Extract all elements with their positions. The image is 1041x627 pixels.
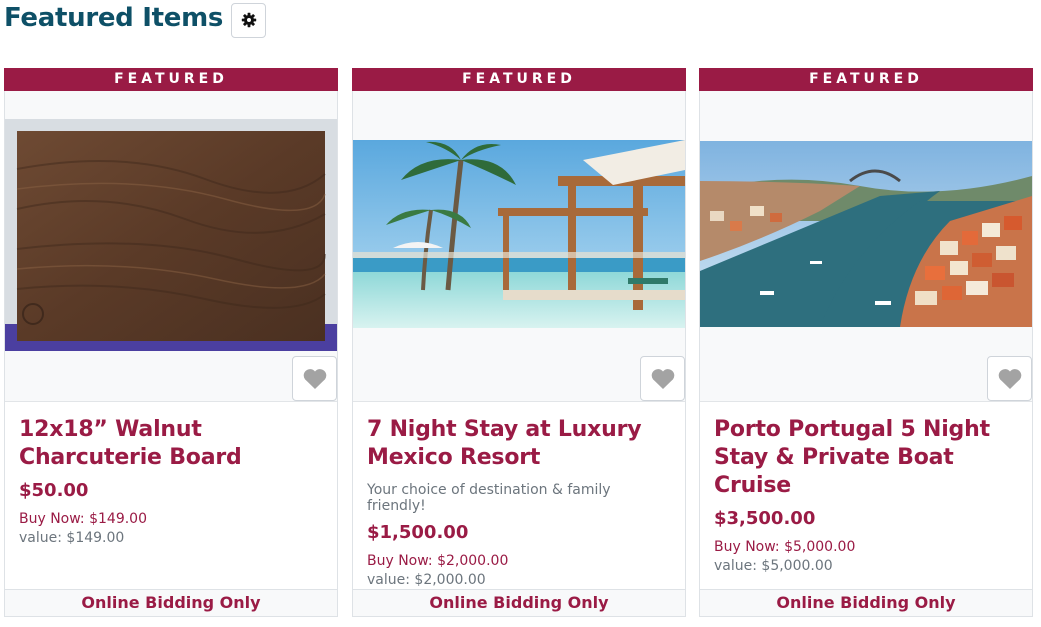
favorite-button[interactable] <box>292 356 337 401</box>
page-header: Featured Items <box>4 0 267 40</box>
heart-icon <box>651 368 674 389</box>
item-title[interactable]: Porto Portugal 5 Night Stay & Private Bo… <box>714 416 1018 500</box>
item-value: value: $2,000.00 <box>367 572 486 588</box>
current-bid: $3,500.00 <box>714 508 816 529</box>
buy-now-price: Buy Now: $149.00 <box>19 511 147 527</box>
item-image-area <box>353 91 685 402</box>
featured-badge: FEATURED <box>4 68 338 91</box>
heart-icon <box>303 368 326 389</box>
item-photo-mexico-resort[interactable] <box>353 140 685 328</box>
current-bid: $50.00 <box>19 480 89 501</box>
item-image-area <box>5 91 337 402</box>
item-card[interactable]: FEATURED <box>4 68 338 617</box>
heart-icon <box>998 368 1021 389</box>
item-photo-porto-portugal[interactable] <box>700 141 1032 327</box>
gear-icon <box>241 12 256 28</box>
bidding-type: Online Bidding Only <box>700 589 1032 616</box>
current-bid: $1,500.00 <box>367 522 469 543</box>
item-card[interactable]: FEATURED <box>352 68 686 617</box>
page-title: Featured Items <box>4 3 224 33</box>
item-title[interactable]: 7 Night Stay at Luxury Mexico Resort <box>367 416 671 472</box>
item-value: value: $5,000.00 <box>714 558 833 574</box>
settings-button[interactable] <box>231 2 267 38</box>
item-value: value: $149.00 <box>19 530 125 546</box>
featured-badge: FEATURED <box>352 68 686 91</box>
item-photo-walnut-board[interactable] <box>5 119 337 351</box>
favorite-button[interactable] <box>640 356 685 401</box>
favorite-button[interactable] <box>987 356 1032 401</box>
bidding-type: Online Bidding Only <box>353 589 685 616</box>
buy-now-price: Buy Now: $5,000.00 <box>714 539 856 555</box>
bidding-type: Online Bidding Only <box>5 589 337 616</box>
item-card[interactable]: FEATURED <box>699 68 1033 617</box>
item-description: Your choice of destination & family frie… <box>367 482 611 514</box>
featured-badge: FEATURED <box>699 68 1033 91</box>
buy-now-price: Buy Now: $2,000.00 <box>367 553 509 569</box>
item-image-area <box>700 91 1032 402</box>
item-title[interactable]: 12x18” Walnut Charcuterie Board <box>19 416 323 472</box>
